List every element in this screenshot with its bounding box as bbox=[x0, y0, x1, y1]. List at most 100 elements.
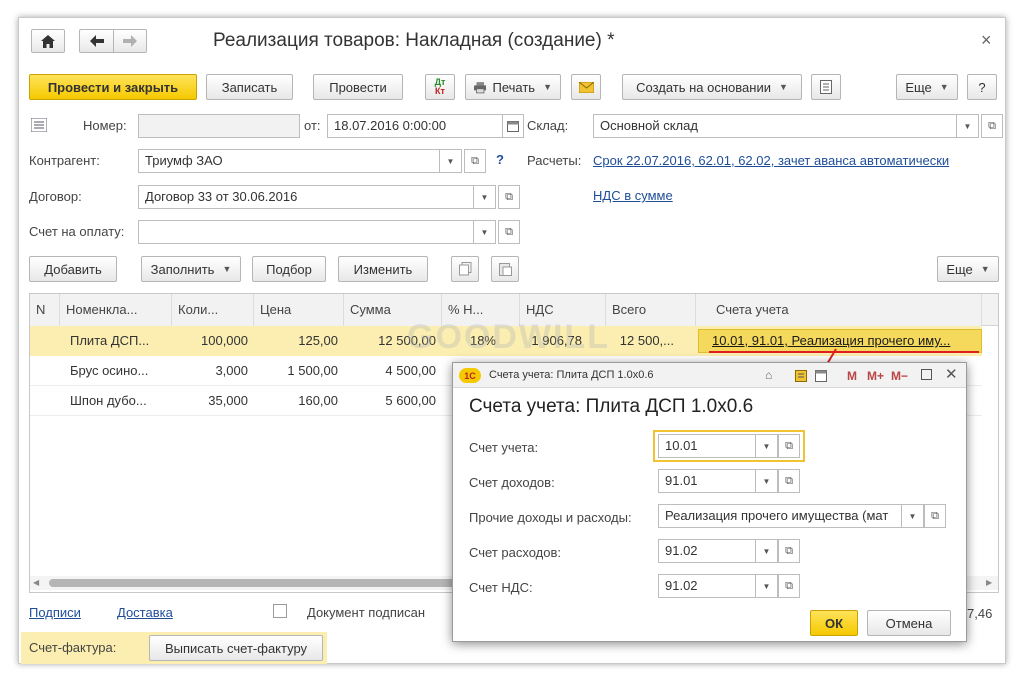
selection-button[interactable]: Подбор bbox=[252, 256, 326, 282]
memory-m-button[interactable]: M bbox=[847, 369, 857, 383]
table-cell-quantity[interactable]: 35,000 bbox=[172, 386, 254, 416]
expense-account-dropdown[interactable]: ▼ bbox=[756, 539, 778, 563]
table-cell-nomenclature[interactable]: Брус осино... bbox=[60, 356, 172, 386]
home-button[interactable] bbox=[31, 29, 65, 53]
back-button[interactable] bbox=[79, 29, 113, 53]
watermark-logo: GOODWILL bbox=[407, 318, 610, 356]
date-field[interactable]: 18.07.2016 0:00:00 bbox=[327, 114, 503, 138]
table-cell-price[interactable]: 160,00 bbox=[254, 386, 344, 416]
warehouse-dropdown[interactable]: ▼ bbox=[957, 114, 979, 138]
other-income-expense-dropdown[interactable]: ▼ bbox=[902, 504, 924, 528]
chevron-down-icon: ▼ bbox=[762, 441, 771, 451]
table-cell-sum[interactable]: 4 500,00 bbox=[344, 356, 442, 386]
table-cell-quantity[interactable]: 100,000 bbox=[172, 326, 254, 356]
copy-rows-button[interactable] bbox=[451, 256, 479, 282]
contractor-field[interactable]: Триумф ЗАО bbox=[138, 149, 440, 173]
col-header-nomenclature[interactable]: Номенкла... bbox=[60, 294, 172, 326]
income-account-open-button[interactable]: ⧉ bbox=[778, 469, 800, 493]
vat-in-sum-link[interactable]: НДС в сумме bbox=[593, 188, 673, 203]
calendar-icon bbox=[507, 120, 519, 132]
save-button[interactable]: Записать bbox=[206, 74, 293, 100]
inventory-account-open-button[interactable]: ⧉ bbox=[778, 434, 800, 458]
window-title: Реализация товаров: Накладная (создание)… bbox=[213, 30, 615, 51]
signatures-link[interactable]: Подписи bbox=[29, 605, 81, 620]
memory-minus-button[interactable]: M− bbox=[891, 369, 908, 383]
invoice-for-payment-dropdown[interactable]: ▼ bbox=[474, 220, 496, 244]
document-signed-checkbox[interactable] bbox=[273, 604, 287, 618]
expense-account-field[interactable]: 91.02 bbox=[658, 539, 756, 563]
scroll-left-icon[interactable]: ◀ bbox=[33, 578, 39, 587]
warehouse-open-button[interactable]: ⧉ bbox=[981, 114, 1003, 138]
vat-account-dropdown[interactable]: ▼ bbox=[756, 574, 778, 598]
vat-account-field[interactable]: 91.02 bbox=[658, 574, 756, 598]
memory-plus-button[interactable]: M+ bbox=[867, 369, 884, 383]
table-cell-sum[interactable]: 5 600,00 bbox=[344, 386, 442, 416]
paste-rows-button[interactable] bbox=[491, 256, 519, 282]
col-header-n[interactable]: N bbox=[30, 294, 60, 326]
chevron-down-icon: ▼ bbox=[446, 156, 455, 166]
inventory-account-dropdown[interactable]: ▼ bbox=[756, 434, 778, 458]
number-field[interactable] bbox=[138, 114, 300, 138]
contractor-help-icon[interactable]: ? bbox=[496, 152, 504, 167]
settlements-link[interactable]: Срок 22.07.2016, 62.01, 62.02, зачет ава… bbox=[593, 153, 949, 168]
warehouse-label: Склад: bbox=[527, 118, 569, 133]
col-header-accounts[interactable]: Счета учета bbox=[696, 294, 982, 326]
change-button[interactable]: Изменить bbox=[338, 256, 428, 282]
close-icon[interactable]: ✕ bbox=[945, 365, 958, 383]
table-cell-price[interactable]: 125,00 bbox=[254, 326, 344, 356]
contract-dropdown[interactable]: ▼ bbox=[474, 185, 496, 209]
calendar-button[interactable] bbox=[502, 114, 524, 138]
more-button[interactable]: Еще ▼ bbox=[896, 74, 958, 100]
contract-open-button[interactable]: ⧉ bbox=[498, 185, 520, 209]
issue-invoice-button[interactable]: Выписать счет-фактуру bbox=[149, 635, 323, 661]
col-header-quantity[interactable]: Коли... bbox=[172, 294, 254, 326]
invoice-label: Счет-фактура: bbox=[29, 640, 117, 655]
scrollbar-thumb[interactable] bbox=[49, 579, 459, 587]
contract-field[interactable]: Договор 33 от 30.06.2016 bbox=[138, 185, 474, 209]
income-account-dropdown[interactable]: ▼ bbox=[756, 469, 778, 493]
calculator-icon[interactable] bbox=[795, 370, 807, 382]
email-button[interactable] bbox=[571, 74, 601, 100]
table-cell-total[interactable]: 12 500,... bbox=[606, 326, 680, 356]
fill-button[interactable]: Заполнить ▼ bbox=[141, 256, 241, 282]
report-button[interactable] bbox=[811, 74, 841, 100]
forward-button[interactable] bbox=[113, 29, 147, 53]
delivery-link[interactable]: Доставка bbox=[117, 605, 173, 620]
table-cell-n: 1 bbox=[36, 333, 44, 348]
contractor-open-button[interactable]: ⧉ bbox=[464, 149, 486, 173]
table-more-button[interactable]: Еще ▼ bbox=[937, 256, 999, 282]
scroll-right-icon[interactable]: ▶ bbox=[986, 578, 992, 587]
expense-account-open-button[interactable]: ⧉ bbox=[778, 539, 800, 563]
table-cell-price[interactable]: 1 500,00 bbox=[254, 356, 344, 386]
calendar-icon[interactable] bbox=[815, 370, 827, 382]
create-based-on-button[interactable]: Создать на основании ▼ bbox=[622, 74, 802, 100]
help-button[interactable]: ? bbox=[967, 74, 997, 100]
vat-account-open-button[interactable]: ⧉ bbox=[778, 574, 800, 598]
invoice-for-payment-open-button[interactable]: ⧉ bbox=[498, 220, 520, 244]
add-row-button[interactable]: Добавить bbox=[29, 256, 117, 282]
warehouse-field[interactable]: Основной склад bbox=[593, 114, 957, 138]
table-cell-nomenclature[interactable]: Плита ДСП... bbox=[60, 326, 172, 356]
income-account-field[interactable]: 91.01 bbox=[658, 469, 756, 493]
other-income-expense-open-button[interactable]: ⧉ bbox=[924, 504, 946, 528]
col-header-total[interactable]: Всего bbox=[606, 294, 696, 326]
maximize-icon[interactable] bbox=[921, 369, 932, 380]
post-and-close-button[interactable]: Провести и закрыть bbox=[29, 74, 197, 100]
invoice-for-payment-field[interactable] bbox=[138, 220, 474, 244]
inventory-account-field[interactable]: 10.01 bbox=[658, 434, 756, 458]
table-cell-quantity[interactable]: 3,000 bbox=[172, 356, 254, 386]
open-icon: ⧉ bbox=[785, 544, 793, 557]
print-button[interactable]: Печать ▼ bbox=[465, 74, 561, 100]
table-cell-nomenclature[interactable]: Шпон дубо... bbox=[60, 386, 172, 416]
other-income-expense-field[interactable]: Реализация прочего имущества (мат bbox=[658, 504, 902, 528]
col-header-price[interactable]: Цена bbox=[254, 294, 344, 326]
dt-kt-button[interactable]: Дт Кт bbox=[425, 74, 455, 100]
cancel-button[interactable]: Отмена bbox=[867, 610, 951, 636]
close-icon[interactable]: × bbox=[981, 30, 992, 51]
post-button[interactable]: Провести bbox=[313, 74, 403, 100]
table-cell-n: 2 bbox=[36, 363, 44, 378]
chevron-down-icon: ▼ bbox=[762, 581, 771, 591]
contractor-dropdown[interactable]: ▼ bbox=[440, 149, 462, 173]
home-icon[interactable]: ⌂ bbox=[765, 368, 772, 382]
ok-button[interactable]: ОК bbox=[810, 610, 858, 636]
